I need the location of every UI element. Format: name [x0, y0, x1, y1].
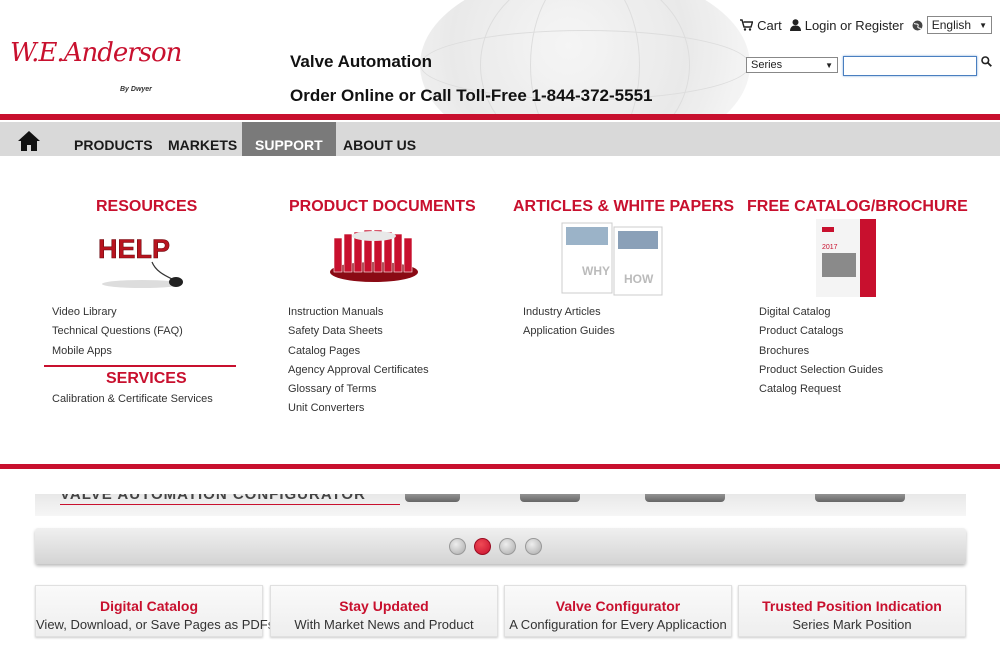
company-logo[interactable]: W.E.Anderson By Dwyer [10, 38, 182, 98]
services-list: Calibration & Certificate Services [52, 390, 213, 409]
page-tagline: Valve Automation [290, 52, 433, 71]
feature-subtitle: View, Download, or Save Pages as PDFs [36, 617, 275, 632]
why-text: WHY [582, 264, 610, 278]
phone-banner: Order Online or Call Toll-Free 1-844-372… [290, 86, 653, 105]
slider-dot-2[interactable] [474, 538, 491, 555]
articles-link-industry[interactable]: Industry Articles [523, 303, 615, 322]
catalog-link-digital[interactable]: Digital Catalog [759, 303, 883, 322]
catalog-heading: FREE CATALOG/BROCHURE [747, 198, 968, 215]
valve-product-image [815, 494, 905, 502]
valve-product-image [645, 494, 725, 502]
services-divider [44, 365, 236, 367]
search-input[interactable] [843, 56, 977, 76]
feature-title: Stay Updated [339, 598, 429, 614]
product-documents-heading: PRODUCT DOCUMENTS [289, 198, 476, 215]
resources-heading: RESOURCES [96, 198, 198, 215]
home-icon [18, 131, 40, 151]
documents-image[interactable] [328, 224, 420, 286]
valve-product-image [520, 494, 580, 502]
slider-pagination [35, 528, 966, 564]
nav-products[interactable]: PRODUCTS [74, 122, 153, 156]
catalog-year: 2017 [822, 244, 838, 251]
cart-label: Cart [757, 17, 782, 33]
cart-icon [740, 19, 754, 31]
support-mega-menu: RESOURCES Video Library Technical Questi… [0, 156, 1000, 464]
chevron-down-icon: ▼ [825, 60, 833, 70]
catalog-link-selection-guides[interactable]: Product Selection Guides [759, 361, 883, 380]
cart-link[interactable]: Cart [740, 18, 782, 33]
docs-link-safety-data-sheets[interactable]: Safety Data Sheets [288, 322, 429, 341]
feature-title: Trusted Position Indication [762, 598, 942, 614]
language-select[interactable]: English ▼ [926, 16, 992, 34]
logo-script: W.E.Anderson [10, 38, 182, 68]
hero-slider[interactable]: VALVE AUTOMATION CONFIGURATOR [35, 494, 966, 516]
main-nav: PRODUCTS MARKETS SUPPORT ABOUT US [0, 122, 1000, 156]
slider-dot-4[interactable] [525, 538, 542, 555]
chevron-down-icon: ▼ [979, 20, 987, 30]
resources-link-mobile-apps[interactable]: Mobile Apps [52, 342, 183, 361]
product-documents-list: Instruction Manuals Safety Data Sheets C… [288, 303, 429, 419]
feature-stay-updated[interactable]: Stay Updated With Market News and Produc… [270, 585, 498, 637]
catalog-image[interactable]: 2017 [816, 219, 876, 297]
slider-dot-3[interactable] [499, 538, 516, 555]
docs-link-instruction-manuals[interactable]: Instruction Manuals [288, 303, 429, 322]
login-label: Login or Register [804, 17, 904, 33]
docs-link-glossary[interactable]: Glossary of Terms [288, 380, 429, 399]
feature-position-indication[interactable]: Trusted Position Indication Series Mark … [738, 585, 966, 637]
services-link-calibration[interactable]: Calibration & Certificate Services [52, 390, 213, 409]
how-text: HOW [624, 272, 654, 286]
services-heading: SERVICES [106, 370, 187, 387]
logo-byline: By Dwyer [120, 86, 152, 93]
search-icon [981, 56, 992, 67]
catalog-link-product-catalogs[interactable]: Product Catalogs [759, 322, 883, 341]
resources-link-video-library[interactable]: Video Library [52, 303, 183, 322]
feature-title: Valve Configurator [555, 598, 681, 614]
slider-dot-1[interactable] [449, 538, 466, 555]
slider-banner-text: VALVE AUTOMATION CONFIGURATOR [60, 494, 366, 503]
docs-link-unit-converters[interactable]: Unit Converters [288, 399, 429, 418]
catalog-link-request[interactable]: Catalog Request [759, 380, 883, 399]
resources-link-faq[interactable]: Technical Questions (FAQ) [52, 322, 183, 341]
valve-product-image [405, 494, 460, 502]
language-picker: English ▼ [912, 16, 992, 34]
user-icon [789, 19, 801, 31]
series-select[interactable]: Series ▼ [746, 57, 838, 73]
articles-heading: ARTICLES & WHITE PAPERS [513, 198, 735, 215]
slider-underline [60, 504, 400, 505]
site-header: W.E.Anderson By Dwyer Valve Automation O… [0, 0, 1000, 116]
nav-support[interactable]: SUPPORT [242, 122, 336, 156]
nav-markets[interactable]: MARKETS [168, 122, 237, 156]
resources-list: Video Library Technical Questions (FAQ) … [52, 303, 183, 361]
help-image-text: HELP [98, 234, 170, 264]
white-papers-image[interactable]: WHY HOW [560, 221, 664, 297]
feature-title: Digital Catalog [99, 598, 198, 614]
catalog-list: Digital Catalog Product Catalogs Brochur… [759, 303, 883, 399]
nav-about-us[interactable]: ABOUT US [343, 122, 416, 156]
feature-subtitle: A Configuration for Every Applicaction [509, 617, 727, 632]
feature-digital-catalog[interactable]: Digital Catalog View, Download, or Save … [35, 585, 275, 637]
catalog-link-brochures[interactable]: Brochures [759, 342, 883, 361]
docs-link-agency-approval[interactable]: Agency Approval Certificates [288, 361, 429, 380]
docs-link-catalog-pages[interactable]: Catalog Pages [288, 342, 429, 361]
login-link[interactable]: Login or Register [789, 17, 904, 33]
menu-bottom-divider [0, 464, 1000, 469]
help-image[interactable]: HELP [96, 232, 188, 290]
header-divider [0, 114, 1000, 120]
articles-list: Industry Articles Application Guides [523, 303, 615, 342]
articles-link-application-guides[interactable]: Application Guides [523, 322, 615, 341]
language-value: English [931, 18, 972, 32]
globe-icon [912, 20, 923, 30]
feature-subtitle: Series Mark Position [792, 617, 912, 632]
series-value: Series [751, 59, 783, 71]
utility-bar: Cart Login or Register English ▼ [740, 16, 992, 34]
home-button[interactable] [18, 130, 40, 152]
feature-valve-configurator[interactable]: Valve Configurator A Configuration for E… [504, 585, 732, 637]
search-button[interactable] [981, 56, 992, 70]
feature-subtitle: With Market News and Product [294, 617, 474, 632]
